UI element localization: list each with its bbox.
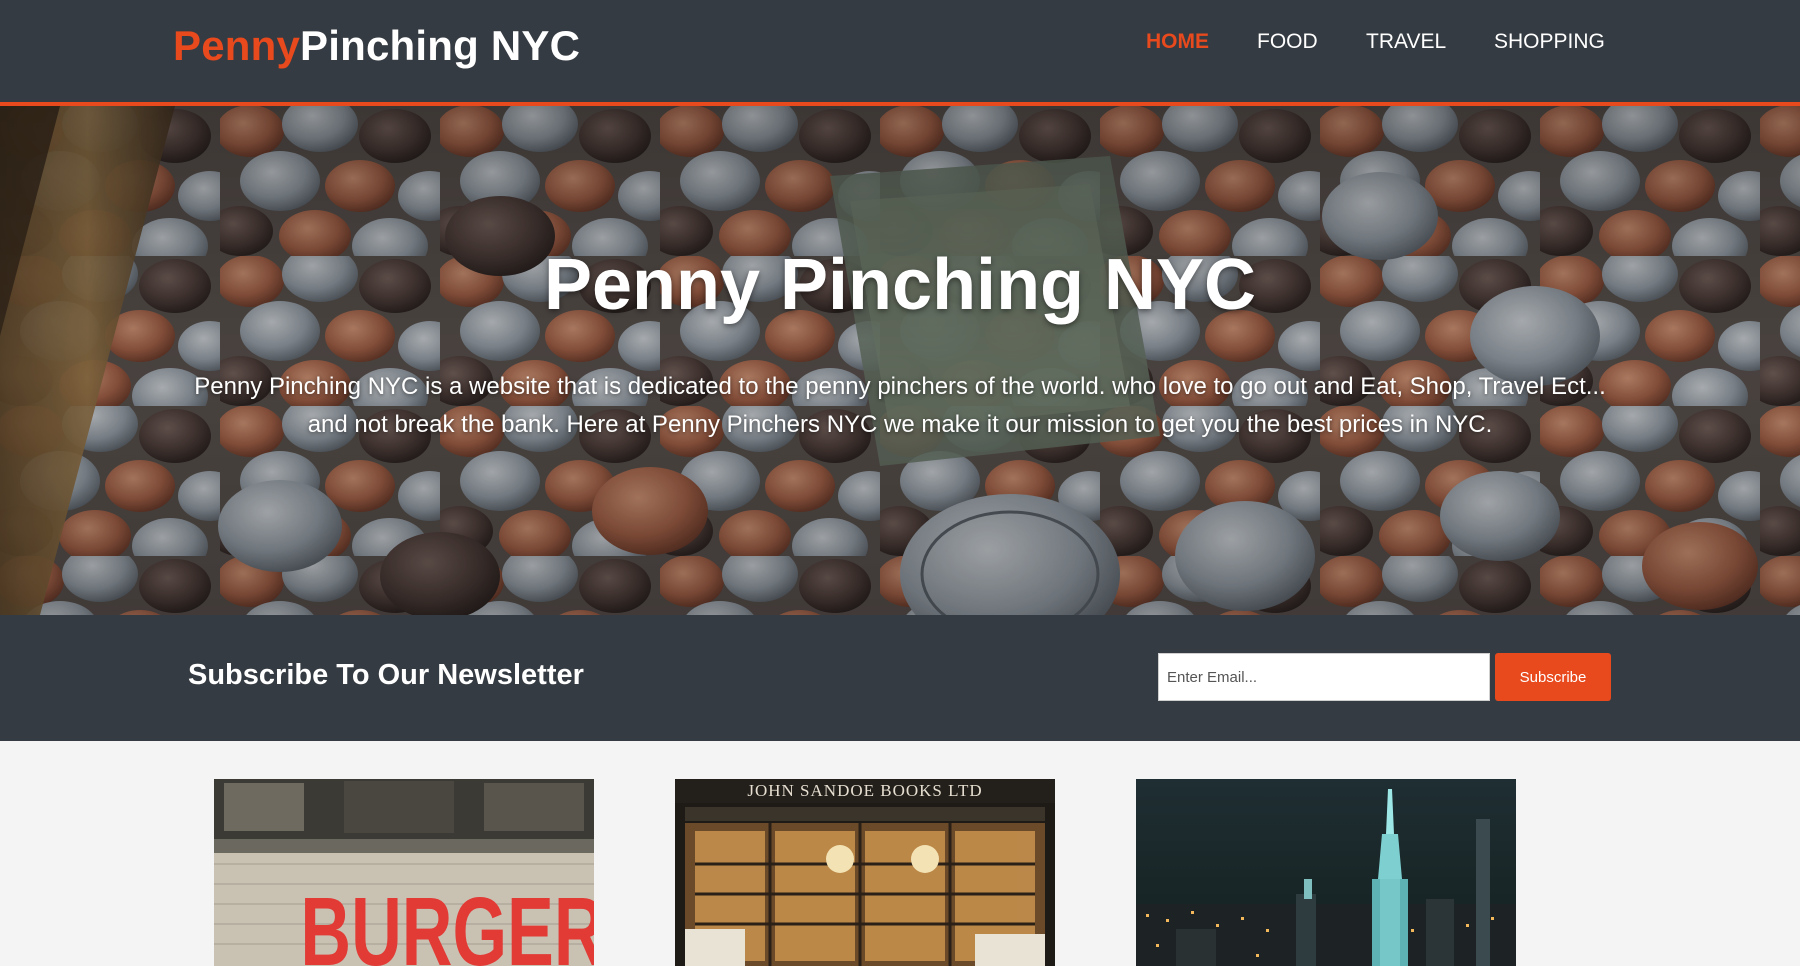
bookshop-sign: JOHN SANDOE BOOKS LTD xyxy=(747,781,982,800)
feature-boxes: BURGERS JOHN SANDOE BOOKS LTD xyxy=(0,741,1800,966)
nav-link-food[interactable]: FOOD xyxy=(1257,30,1318,54)
travel-box-image[interactable] xyxy=(1136,779,1516,966)
newsletter-heading: Subscribe To Our Newsletter xyxy=(188,659,584,691)
nav-link-home[interactable]: HOME xyxy=(1146,30,1209,54)
hero-coins-image xyxy=(0,106,1800,615)
nav-link-travel[interactable]: TRAVEL xyxy=(1366,30,1446,54)
hero-description: Penny Pinching NYC is a website that is … xyxy=(194,373,1606,438)
hero-title: Penny Pinching NYC xyxy=(543,245,1257,325)
nav-link-shopping[interactable]: SHOPPING xyxy=(1494,30,1605,54)
email-input[interactable] xyxy=(1158,653,1490,701)
food-box-image[interactable]: BURGERS xyxy=(214,779,594,966)
subscribe-button[interactable]: Subscribe xyxy=(1495,653,1611,701)
hero-showcase: Penny Pinching NYC Penny Pinching NYC is… xyxy=(0,106,1800,615)
main-nav: HOME FOOD TRAVEL SHOPPING xyxy=(0,30,1800,60)
site-header: PennyPinching NYC HOME FOOD TRAVEL SHOPP… xyxy=(0,0,1800,106)
newsletter-bar: Subscribe To Our Newsletter Subscribe xyxy=(0,615,1800,741)
shopping-box-image[interactable]: JOHN SANDOE BOOKS LTD xyxy=(675,779,1055,966)
burgers-sign: BURGERS xyxy=(300,878,594,966)
